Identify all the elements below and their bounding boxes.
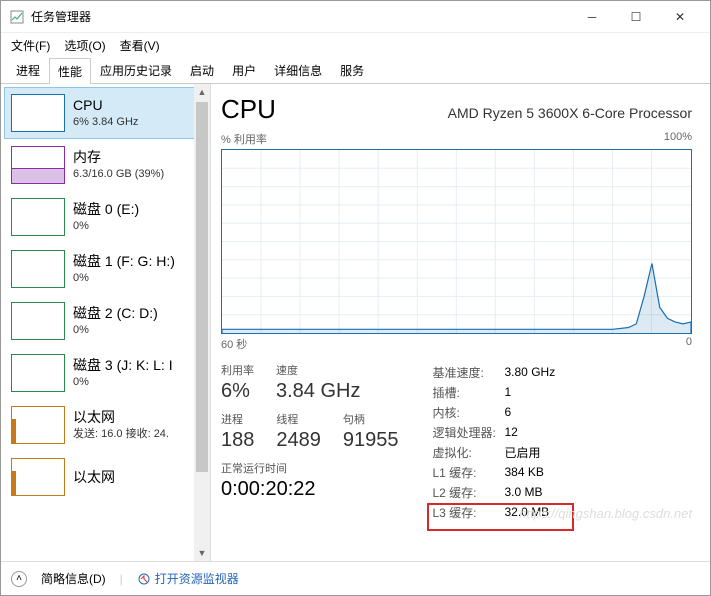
stat-value: 3.84 GHz xyxy=(276,380,360,403)
tab-users[interactable]: 用户 xyxy=(223,57,265,83)
resource-monitor-link[interactable]: 打开资源监视器 xyxy=(137,570,239,587)
sidebar-item-disk-4[interactable]: 磁盘 2 (C: D:)0% xyxy=(4,295,207,347)
chart-ymax: 100% xyxy=(664,131,692,147)
watermark: https://qingshan.blog.csdn.net xyxy=(519,506,692,521)
resmon-icon xyxy=(137,572,151,586)
sidebar-item-sub: 0% xyxy=(73,323,158,338)
sidebar-item-title: 以太网 xyxy=(73,468,115,487)
disk-thumbnail-icon xyxy=(11,354,65,392)
disk-thumbnail-icon xyxy=(11,302,65,340)
net-thumbnail-icon xyxy=(11,458,65,496)
sidebar-item-sub: 6.3/16.0 GB (39%) xyxy=(73,167,164,182)
spec-row: 逻辑处理器:12 xyxy=(433,422,564,442)
sidebar-item-title: CPU xyxy=(73,96,138,115)
disk-thumbnail-icon xyxy=(11,198,65,236)
stat-label: 速度 xyxy=(276,362,360,378)
app-icon xyxy=(9,9,25,25)
spec-row: 插槽:1 xyxy=(433,382,564,402)
menu-view[interactable]: 查看(V) xyxy=(118,35,162,56)
cpu-chart xyxy=(221,149,692,334)
tabs: 进程 性能 应用历史记录 启动 用户 详细信息 服务 xyxy=(1,57,710,84)
stat-value: 188 xyxy=(221,429,254,452)
spec-row: 虚拟化:已启用 xyxy=(433,442,564,462)
tab-processes[interactable]: 进程 xyxy=(7,57,49,83)
divider: | xyxy=(120,572,123,586)
sidebar-item-mem-1[interactable]: 内存6.3/16.0 GB (39%) xyxy=(4,139,207,191)
sidebar-item-title: 内存 xyxy=(73,148,164,167)
cpu-thumbnail-icon xyxy=(11,94,65,132)
fewer-details-link[interactable]: 简略信息(D) xyxy=(41,570,106,587)
chevron-up-icon[interactable]: ˄ xyxy=(11,571,27,587)
uptime-value: 0:00:20:22 xyxy=(221,478,399,501)
sidebar-item-disk-5[interactable]: 磁盘 3 (J: K: L: I0% xyxy=(4,347,207,399)
sidebar-item-sub: 6% 3.84 GHz xyxy=(73,115,138,130)
sidebar-item-title: 以太网 xyxy=(73,408,169,427)
spec-row: L2 缓存:3.0 MB xyxy=(433,482,564,502)
stat-value: 6% xyxy=(221,380,254,403)
chart-ylabel: % 利用率 xyxy=(221,131,267,147)
tab-startup[interactable]: 启动 xyxy=(181,57,223,83)
spec-row: 基准速度:3.80 GHz xyxy=(433,362,564,382)
spec-table: 基准速度:3.80 GHz插槽:1内核:6逻辑处理器:12虚拟化:已启用L1 缓… xyxy=(433,362,564,522)
sidebar-item-sub: 0% xyxy=(73,375,173,390)
sidebar-scrollbar[interactable]: ▲ ▼ xyxy=(194,84,210,561)
stat-label: 句柄 xyxy=(343,411,399,427)
spec-row: L1 缓存:384 KB xyxy=(433,462,564,482)
uptime-label: 正常运行时间 xyxy=(221,460,399,476)
tab-details[interactable]: 详细信息 xyxy=(265,57,331,83)
disk-thumbnail-icon xyxy=(11,250,65,288)
panel-title: CPU xyxy=(221,94,276,125)
titlebar: 任务管理器 ─ ☐ ✕ xyxy=(1,1,710,33)
tab-services[interactable]: 服务 xyxy=(331,57,373,83)
stat-label: 进程 xyxy=(221,411,254,427)
menubar: 文件(F) 选项(O) 查看(V) xyxy=(1,33,710,57)
stat-label: 线程 xyxy=(276,411,321,427)
tab-performance[interactable]: 性能 xyxy=(49,58,91,84)
chart-xleft: 60 秒 xyxy=(221,336,247,352)
close-button[interactable]: ✕ xyxy=(658,2,702,32)
statusbar: ˄ 简略信息(D) | 打开资源监视器 xyxy=(1,561,710,595)
cpu-name: AMD Ryzen 5 3600X 6-Core Processor xyxy=(448,105,692,121)
sidebar-item-sub: 发送: 16.0 接收: 24. xyxy=(73,427,169,442)
stat-value: 2489 xyxy=(276,429,321,452)
net-thumbnail-icon xyxy=(11,406,65,444)
sidebar-item-net-7[interactable]: 以太网 xyxy=(4,451,207,503)
spec-row: 内核:6 xyxy=(433,402,564,422)
task-manager-window: 任务管理器 ─ ☐ ✕ 文件(F) 选项(O) 查看(V) 进程 性能 应用历史… xyxy=(0,0,711,596)
window-title: 任务管理器 xyxy=(31,8,570,25)
menu-options[interactable]: 选项(O) xyxy=(62,35,107,56)
main-panel: CPU AMD Ryzen 5 3600X 6-Core Processor %… xyxy=(211,84,710,561)
sidebar-item-title: 磁盘 2 (C: D:) xyxy=(73,304,158,323)
sidebar-item-cpu-0[interactable]: CPU6% 3.84 GHz xyxy=(4,87,207,139)
sidebar-item-sub: 0% xyxy=(73,271,175,286)
minimize-button[interactable]: ─ xyxy=(570,2,614,32)
stat-label: 利用率 xyxy=(221,362,254,378)
sidebar-item-title: 磁盘 3 (J: K: L: I xyxy=(73,356,173,375)
menu-file[interactable]: 文件(F) xyxy=(9,35,52,56)
sidebar: CPU6% 3.84 GHz内存6.3/16.0 GB (39%)磁盘 0 (E… xyxy=(1,84,211,561)
sidebar-item-title: 磁盘 1 (F: G: H:) xyxy=(73,252,175,271)
sidebar-item-net-6[interactable]: 以太网发送: 16.0 接收: 24. xyxy=(4,399,207,451)
maximize-button[interactable]: ☐ xyxy=(614,2,658,32)
sidebar-item-disk-3[interactable]: 磁盘 1 (F: G: H:)0% xyxy=(4,243,207,295)
sidebar-item-title: 磁盘 0 (E:) xyxy=(73,200,139,219)
sidebar-item-disk-2[interactable]: 磁盘 0 (E:)0% xyxy=(4,191,207,243)
tab-app-history[interactable]: 应用历史记录 xyxy=(91,57,181,83)
chart-xright: 0 xyxy=(686,336,692,352)
sidebar-item-sub: 0% xyxy=(73,219,139,234)
mem-thumbnail-icon xyxy=(11,146,65,184)
stat-value: 91955 xyxy=(343,429,399,452)
